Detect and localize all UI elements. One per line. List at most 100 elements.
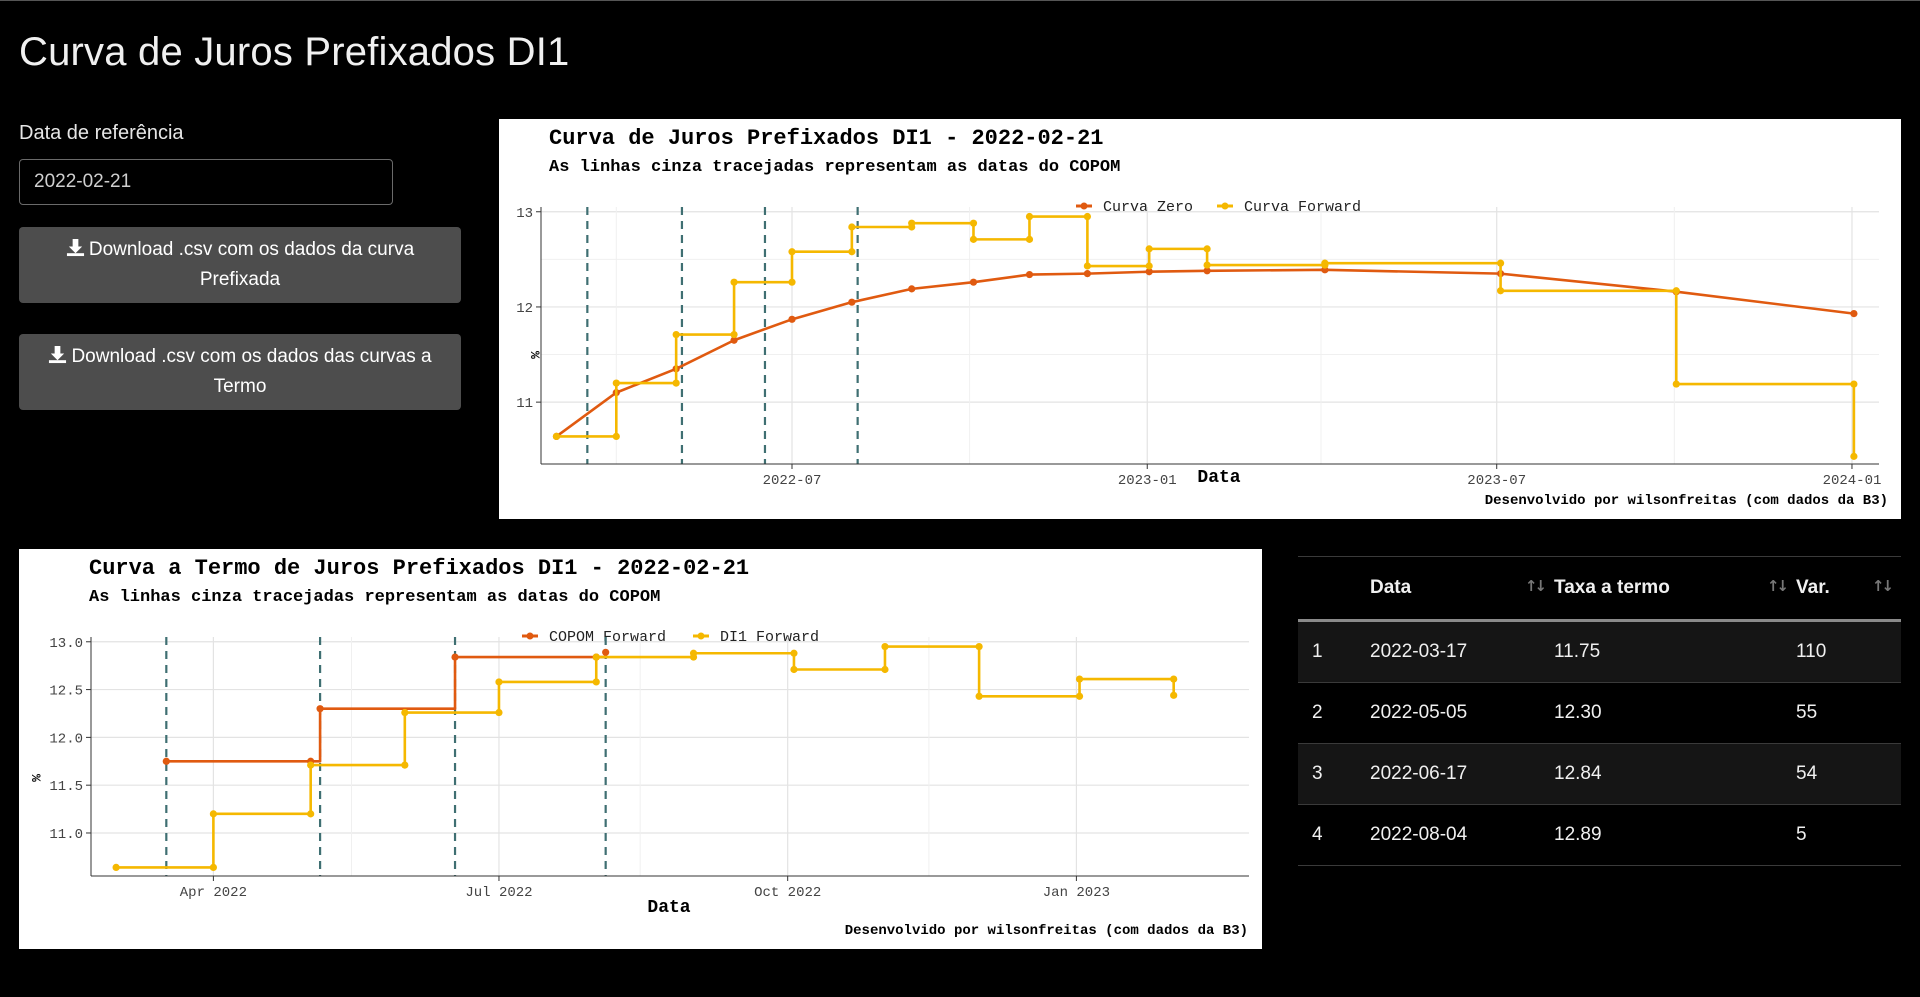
curva-zero-line xyxy=(555,268,1855,438)
row-index: 2 xyxy=(1298,682,1370,744)
zero-forward-curve-plot: Curva de Juros Prefixados DI1 - 2022-02-… xyxy=(499,119,1901,519)
sort-icon[interactable]: ↑↓ xyxy=(1525,577,1547,595)
curva-forward-point xyxy=(1321,261,1329,269)
plot2-title: Curva a Termo de Juros Prefixados DI1 - … xyxy=(89,556,749,581)
x-tick-label: 2023-07 xyxy=(1467,473,1526,489)
di1-forward-point xyxy=(592,653,600,661)
taxa-column-header[interactable]: Taxa a termo ↑↓ xyxy=(1554,556,1796,622)
copom-forward-point xyxy=(451,653,459,661)
curva-zero-point xyxy=(969,278,978,286)
curva-forward-point xyxy=(612,432,620,440)
curva-zero-point xyxy=(1025,270,1034,279)
curva-forward-point xyxy=(788,278,796,286)
download-icon xyxy=(49,345,67,364)
di1-forward-point xyxy=(790,649,798,657)
curva-forward-point xyxy=(612,379,620,387)
download-curve-button[interactable]: Download .csv com os dados da curva Pref… xyxy=(19,227,461,303)
plot1-caption: Desenvolvido por wilsonfreitas (com dado… xyxy=(1485,493,1888,509)
cell-taxa: 11.75 xyxy=(1554,620,1796,683)
forward-rates-table: Data ↑↓ Taxa a termo ↑↓ Var. ↑↓ 1 2022-03-1… xyxy=(1298,556,1901,866)
table-row[interactable]: 3 2022-06-17 12.84 54 xyxy=(1298,743,1901,805)
di1-forward-point xyxy=(790,665,798,674)
curva-forward-point xyxy=(1496,259,1505,267)
y-tick-label: 12 xyxy=(516,301,533,317)
data-column-header[interactable]: Data ↑↓ xyxy=(1370,556,1554,622)
curva-forward-point xyxy=(1145,262,1153,270)
plot2-caption: Desenvolvido por wilsonfreitas (com dado… xyxy=(845,923,1248,939)
y-tick-label: 11.0 xyxy=(49,827,83,843)
copom-forward-point xyxy=(316,705,324,713)
curva-forward-point xyxy=(1850,452,1858,460)
di1-forward-point xyxy=(209,863,217,871)
di1-forward-point xyxy=(307,761,315,769)
x-tick-label: Jul 2022 xyxy=(465,885,532,901)
download-forward-button[interactable]: Download .csv com os dados das curvas a … xyxy=(19,334,461,410)
plot2-legend-di1: DI1 Forward xyxy=(720,629,819,646)
table-row[interactable]: 2 2022-05-05 12.30 55 xyxy=(1298,682,1901,744)
di1-forward-point xyxy=(307,810,315,818)
y-tick-label: 12.5 xyxy=(49,684,83,700)
y-tick-label: 13 xyxy=(516,206,533,222)
di1-forward-point xyxy=(975,692,983,700)
curva-forward-point xyxy=(1025,235,1034,243)
cell-data: 2022-06-17 xyxy=(1370,743,1554,805)
di1-forward-point xyxy=(1170,675,1178,683)
curva-forward-point xyxy=(848,223,856,231)
curva-forward-point xyxy=(788,248,796,256)
table-row[interactable]: 4 2022-08-04 12.89 5 xyxy=(1298,804,1901,866)
curva-forward-point xyxy=(1203,245,1211,253)
plot1-xlabel: Data xyxy=(1197,468,1240,488)
curva-forward-point xyxy=(672,330,680,339)
download-icon xyxy=(66,238,84,257)
cell-var: 54 xyxy=(1796,743,1901,805)
zero-forward-curve-svg: Curva de Juros Prefixados DI1 - 2022-02-… xyxy=(516,126,1888,509)
di1-forward-point xyxy=(495,708,503,717)
reference-date-input[interactable] xyxy=(19,159,393,205)
curva-zero-point xyxy=(848,298,856,306)
copom-forward-line xyxy=(166,652,607,763)
di1-forward-point xyxy=(495,678,503,686)
curva-forward-point xyxy=(730,330,738,339)
reference-date-label: Data de referência xyxy=(19,122,184,144)
var-column-header[interactable]: Var. ↑↓ xyxy=(1796,556,1901,622)
copom-forward-point xyxy=(602,648,610,656)
curva-forward-point xyxy=(1025,212,1034,221)
forward-copom-svg: Curva a Termo de Juros Prefixados DI1 - … xyxy=(28,556,1249,939)
curva-forward-point xyxy=(552,432,561,440)
table-header-row: Data ↑↓ Taxa a termo ↑↓ Var. ↑↓ xyxy=(1298,556,1901,622)
sort-icon[interactable]: ↑↓ xyxy=(1767,577,1789,595)
row-index: 3 xyxy=(1298,743,1370,805)
cell-var: 5 xyxy=(1796,804,1901,866)
curva-forward-point xyxy=(908,223,916,231)
row-index: 4 xyxy=(1298,804,1370,866)
y-tick-label: 12.0 xyxy=(49,731,83,747)
di1-forward-point xyxy=(881,665,889,674)
cell-data: 2022-08-04 xyxy=(1370,804,1554,866)
di1-forward-point xyxy=(881,642,889,651)
x-tick-label: 2024-01 xyxy=(1823,473,1882,489)
plot2-subtitle: As linhas cinza tracejadas representam a… xyxy=(89,588,660,607)
sort-icon[interactable]: ↑↓ xyxy=(1872,577,1894,595)
plot2-legend-copom: COPOM Forward xyxy=(549,629,666,646)
plot1-subtitle: As linhas cinza tracejadas representam a… xyxy=(549,158,1120,177)
plot2-legend: COPOM Forward DI1 Forward xyxy=(522,629,819,646)
di1-forward-point xyxy=(209,810,217,818)
plot2-xlabel: Data xyxy=(647,898,690,918)
copom-forward-point xyxy=(162,757,170,765)
row-index: 1 xyxy=(1298,620,1370,683)
cell-taxa: 12.84 xyxy=(1554,743,1796,805)
plot1-ylabel: % xyxy=(527,351,542,359)
x-tick-label: Oct 2022 xyxy=(754,885,821,901)
curva-forward-line xyxy=(556,215,1856,457)
cell-taxa: 12.89 xyxy=(1554,804,1796,866)
curva-zero-point xyxy=(908,285,916,293)
di1-forward-point xyxy=(401,761,409,769)
download-curve-label: Download .csv com os dados da curva Pref… xyxy=(88,239,415,290)
plot1-legend: Curva Zero Curva Forward xyxy=(1076,199,1361,216)
table-row[interactable]: 1 2022-03-17 11.75 110 xyxy=(1298,620,1901,683)
curva-forward-point xyxy=(1496,287,1505,295)
x-tick-label: Jan 2023 xyxy=(1043,885,1110,901)
y-tick-label: 13.0 xyxy=(49,636,83,652)
cell-var: 55 xyxy=(1796,682,1901,744)
di1-forward-point xyxy=(1075,675,1084,683)
